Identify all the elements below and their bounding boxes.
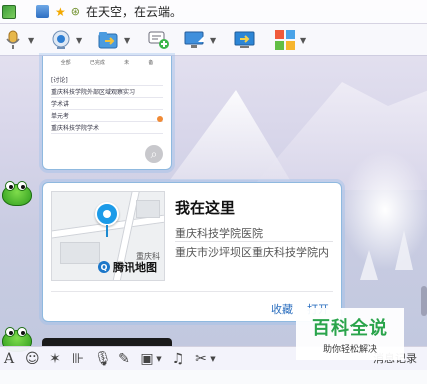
preview-row: 学术讲: [51, 98, 163, 110]
contact-signature: 在天空，在云端。: [85, 5, 182, 19]
watermark: 百科全说 助你轻松解决: [296, 308, 404, 360]
chevron-down-icon[interactable]: ▼: [156, 355, 162, 363]
microphone-icon: [2, 29, 24, 51]
message-add-icon: [148, 29, 170, 51]
location-place-name: 重庆科技学院医院: [175, 227, 263, 240]
watermark-brand: 百科全说: [312, 317, 388, 339]
gif-icon[interactable]: ⊪: [71, 351, 85, 367]
map-pin-icon: [95, 202, 119, 237]
preview-tabs: 全部 已完成 未 备: [51, 56, 163, 66]
map-block: [60, 242, 100, 264]
apps-grid-icon: [274, 29, 296, 51]
save-location-link[interactable]: 收藏: [271, 301, 293, 317]
screen-share-icon: [184, 29, 206, 51]
preview-tab: 备: [148, 60, 154, 66]
preview-tab: 全部: [60, 60, 71, 66]
next-message-preview[interactable]: [42, 338, 172, 346]
watermark-slogan: 助你轻松解决: [322, 344, 377, 355]
chevron-down-icon[interactable]: ▼: [210, 36, 216, 45]
chevron-down-icon[interactable]: ▼: [300, 36, 306, 45]
chat-toolbar: ▼ ▼ ▼ ▼ ▼: [0, 24, 427, 56]
music-icon[interactable]: ♫: [171, 351, 185, 367]
top-status-bar: ★ ⊛ 在天空，在云端。: [0, 0, 427, 24]
screen-share-button[interactable]: ▼: [184, 27, 216, 53]
chevron-down-icon[interactable]: ▼: [210, 355, 216, 363]
message-input[interactable]: [0, 370, 427, 384]
edit-icon[interactable]: ✎: [117, 351, 131, 367]
window-icon: [36, 5, 49, 18]
preview-tab: 未: [124, 60, 130, 66]
create-discussion-button[interactable]: [148, 27, 170, 53]
font-icon[interactable]: A: [2, 351, 16, 367]
emoji-icon[interactable]: ☺: [25, 351, 40, 367]
sender-avatar[interactable]: [2, 181, 32, 210]
image-icon[interactable]: ▣: [140, 351, 154, 367]
preview-row: 重庆科技学院外部区域观察实习: [51, 86, 163, 98]
contact-avatar[interactable]: [2, 4, 16, 19]
preview-row: [讨论]: [51, 74, 163, 86]
voice-message-icon[interactable]: 🎙: [94, 351, 112, 367]
zoom-icon[interactable]: ⌕: [145, 145, 163, 163]
send-file-button[interactable]: ▼: [98, 27, 130, 53]
remote-assist-button[interactable]: [234, 27, 256, 53]
map-brand: Q 腾讯地图: [98, 259, 157, 275]
nudge-icon[interactable]: ✶: [48, 351, 62, 367]
star-icon: ★: [55, 4, 66, 19]
chevron-down-icon[interactable]: ▼: [76, 36, 82, 45]
preview-row: 单元考: [51, 110, 163, 122]
screenshot-scissors-icon[interactable]: ✂: [194, 351, 208, 367]
apps-button[interactable]: ▼: [274, 27, 306, 53]
background-glow: [340, 150, 427, 270]
voice-call-button[interactable]: ▼: [2, 27, 34, 53]
background-peak: [170, 90, 290, 180]
video-call-button[interactable]: ▼: [50, 27, 82, 53]
chevron-down-icon[interactable]: ▼: [28, 36, 34, 45]
location-title: 我在这里: [175, 199, 236, 217]
preview-badge: [157, 116, 163, 122]
location-address: 重庆市沙坪坝区重庆科技学院内: [175, 246, 329, 259]
webcam-icon: [50, 29, 72, 51]
preview-row: 重庆科技学院学术: [51, 122, 163, 134]
remote-desktop-icon: [234, 29, 256, 51]
preview-tab: 已完成: [89, 60, 105, 66]
location-message[interactable]: 重庆科 Q 腾讯地图 我在这里 重庆科技学院医院 重庆市沙坪坝区重庆科技学院内 收…: [42, 182, 342, 322]
file-transfer-icon: [98, 29, 120, 51]
map-block: [136, 200, 160, 218]
map-thumbnail[interactable]: 重庆科 Q 腾讯地图: [51, 191, 165, 281]
scrollbar-thumb[interactable]: [421, 286, 427, 316]
tencent-map-icon: Q: [98, 261, 110, 273]
divider: [51, 291, 333, 292]
chevron-down-icon[interactable]: ▼: [124, 36, 130, 45]
divider: [175, 241, 333, 242]
mood-icon: ⊛: [70, 5, 80, 18]
image-message[interactable]: 全部 已完成 未 备 [讨论] 重庆科技学院外部区域观察实习 学术讲 单元考 重…: [42, 56, 172, 170]
